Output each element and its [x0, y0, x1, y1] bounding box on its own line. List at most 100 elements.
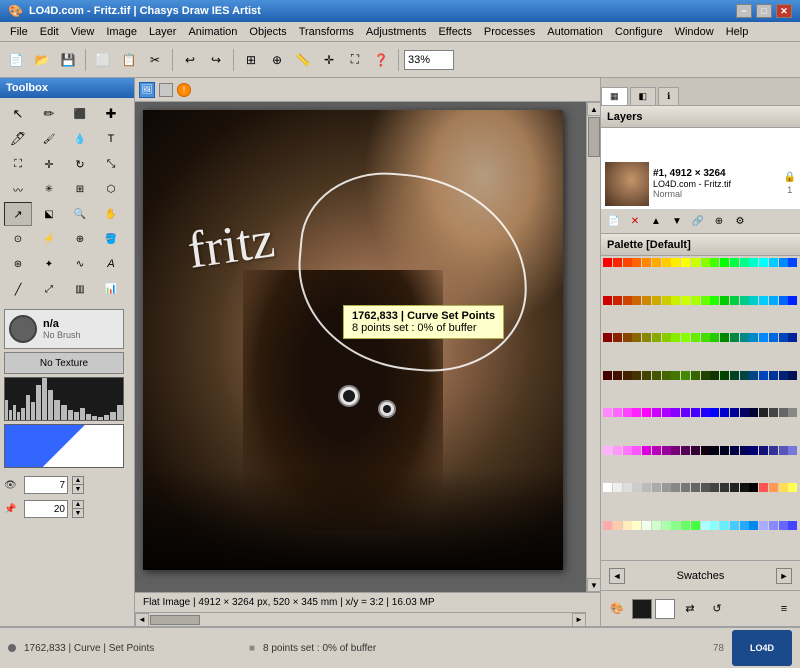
color-swatch-94[interactable] [740, 408, 749, 417]
scroll-left-button[interactable]: ◄ [135, 613, 149, 627]
tool-num-2-spinner[interactable]: ▲ ▼ [72, 500, 84, 518]
copy-button[interactable]: ⬜ [91, 48, 115, 72]
color-swatch-11[interactable] [710, 258, 719, 267]
color-swatch-102[interactable] [623, 446, 632, 455]
color-swatch-55[interactable] [749, 333, 758, 342]
menu-file[interactable]: File [4, 25, 34, 39]
layer-settings-button[interactable]: ⚙ [731, 213, 749, 231]
texture-button[interactable]: No Texture [4, 352, 124, 374]
color-swatch-93[interactable] [730, 408, 739, 417]
color-swatch-51[interactable] [710, 333, 719, 342]
color-swatch-74[interactable] [740, 371, 749, 380]
color-swatch-103[interactable] [632, 446, 641, 455]
color-swatch-105[interactable] [652, 446, 661, 455]
color-swatch-13[interactable] [730, 258, 739, 267]
color-swatch-61[interactable] [613, 371, 622, 380]
color-swatch-48[interactable] [681, 333, 690, 342]
color-swatch-0[interactable] [603, 258, 612, 267]
color-swatch-152[interactable] [720, 521, 729, 530]
color-swatch-135[interactable] [749, 483, 758, 492]
color-preview[interactable] [4, 424, 124, 468]
color-swatch-19[interactable] [788, 258, 797, 267]
color-swatch-115[interactable] [749, 446, 758, 455]
color-swatch-41[interactable] [613, 333, 622, 342]
color-swatch-106[interactable] [662, 446, 671, 455]
color-swatch-88[interactable] [681, 408, 690, 417]
menu-layer[interactable]: Layer [143, 25, 183, 39]
color-swatch-27[interactable] [671, 296, 680, 305]
tool-crop[interactable]: ⛶ [4, 152, 32, 176]
color-swatch-111[interactable] [710, 446, 719, 455]
color-swatch-71[interactable] [710, 371, 719, 380]
color-swatch-23[interactable] [632, 296, 641, 305]
color-swatch-134[interactable] [740, 483, 749, 492]
tool-pencil[interactable]: ✏ [35, 102, 63, 126]
color-swatch-126[interactable] [662, 483, 671, 492]
color-swatch-137[interactable] [769, 483, 778, 492]
color-swatch-107[interactable] [671, 446, 680, 455]
color-swatch-44[interactable] [642, 333, 651, 342]
color-swatch-131[interactable] [710, 483, 719, 492]
color-swatch-124[interactable] [642, 483, 651, 492]
color-swatch-32[interactable] [720, 296, 729, 305]
paste-button[interactable]: 📋 [117, 48, 141, 72]
scroll-right-button[interactable]: ► [572, 613, 586, 627]
color-swatch-47[interactable] [671, 333, 680, 342]
menu-transforms[interactable]: Transforms [293, 25, 360, 39]
color-swatch-97[interactable] [769, 408, 778, 417]
color-swatch-40[interactable] [603, 333, 612, 342]
color-swatch-156[interactable] [759, 521, 768, 530]
color-swatch-87[interactable] [671, 408, 680, 417]
color-swatch-58[interactable] [779, 333, 788, 342]
color-swatch-35[interactable] [749, 296, 758, 305]
color-swatch-140[interactable] [603, 521, 612, 530]
canvas-image[interactable]: fritz 1762,833 | Curve Set Points 8 poin… [143, 110, 563, 570]
new-button[interactable]: 📄 [4, 48, 28, 72]
tab-nav[interactable]: ◧ [630, 87, 657, 105]
color-swatch-7[interactable] [671, 258, 680, 267]
tool-move[interactable]: ✛ [35, 152, 63, 176]
color-swatch-84[interactable] [642, 408, 651, 417]
color-swatch-99[interactable] [788, 408, 797, 417]
color-swatch-138[interactable] [779, 483, 788, 492]
color-swatch-78[interactable] [779, 371, 788, 380]
color-swatch-16[interactable] [759, 258, 768, 267]
color-swatch-4[interactable] [642, 258, 651, 267]
color-swatch-159[interactable] [788, 521, 797, 530]
scroll-up-button[interactable]: ▲ [587, 102, 600, 116]
tool-lasso[interactable]: ⊙ [4, 227, 32, 251]
color-swatch-43[interactable] [632, 333, 641, 342]
color-swatch-65[interactable] [652, 371, 661, 380]
color-swatch-26[interactable] [662, 296, 671, 305]
color-swatch-129[interactable] [691, 483, 700, 492]
color-swatch-114[interactable] [740, 446, 749, 455]
color-swatch-9[interactable] [691, 258, 700, 267]
color-swatch-117[interactable] [769, 446, 778, 455]
menu-animation[interactable]: Animation [182, 25, 243, 39]
color-swatch-17[interactable] [769, 258, 778, 267]
color-swatch-149[interactable] [691, 521, 700, 530]
tool-num-1-input[interactable]: 7 [24, 476, 68, 494]
color-swatch-75[interactable] [749, 371, 758, 380]
tool-hex[interactable]: ⬡ [97, 177, 125, 201]
color-swatch-127[interactable] [671, 483, 680, 492]
color-swatch-50[interactable] [701, 333, 710, 342]
color-swatch-89[interactable] [691, 408, 700, 417]
color-swatch-62[interactable] [623, 371, 632, 380]
color-swatch-30[interactable] [701, 296, 710, 305]
tool-pointer[interactable]: ↖ [4, 102, 32, 126]
color-swatch-64[interactable] [642, 371, 651, 380]
color-swatch-70[interactable] [701, 371, 710, 380]
tool-drop[interactable]: 💧 [66, 127, 94, 151]
color-swatch-42[interactable] [623, 333, 632, 342]
color-swatch-25[interactable] [652, 296, 661, 305]
color-swatch-2[interactable] [623, 258, 632, 267]
color-swatch-110[interactable] [701, 446, 710, 455]
tool-brush[interactable]: 🖊 [4, 127, 32, 151]
background-color[interactable] [655, 599, 675, 619]
color-swatch-68[interactable] [681, 371, 690, 380]
color-swatch-77[interactable] [769, 371, 778, 380]
color-swatch-52[interactable] [720, 333, 729, 342]
layer-up-button[interactable]: ▲ [647, 213, 665, 231]
grid-button[interactable]: ⊞ [239, 48, 263, 72]
